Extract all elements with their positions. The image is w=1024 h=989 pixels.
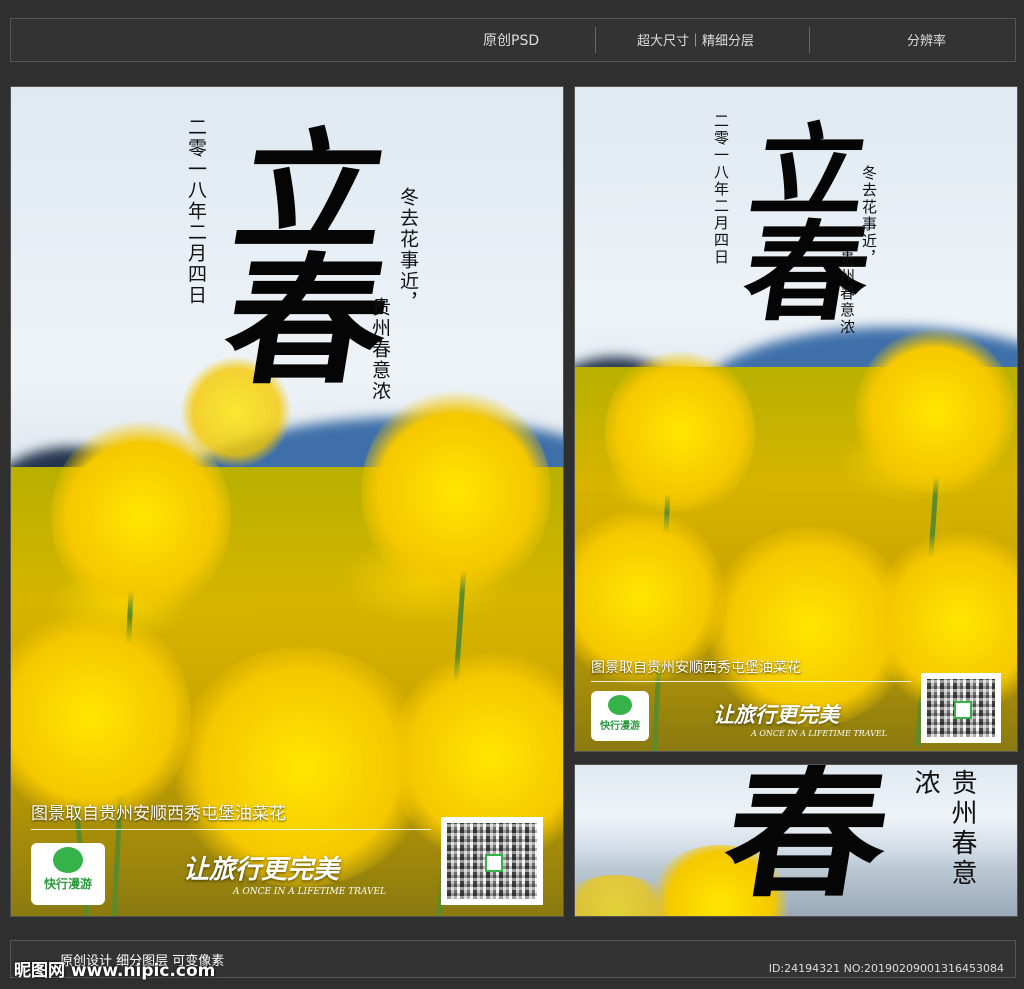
slogan: 让旅行更完美 xyxy=(183,855,340,885)
top-info-bar: 原创PSD 超大尺寸｜精细分层 分辨率 xyxy=(10,18,1016,62)
brand-name: 快行漫游 xyxy=(43,877,92,891)
divider-line xyxy=(591,681,911,682)
title-li: 立 xyxy=(224,115,400,268)
divider xyxy=(595,27,596,53)
image-id: ID:24194321 NO:20190209001316453084 xyxy=(768,962,1004,975)
site-watermark: 昵图网 www.nipic.com xyxy=(14,961,216,981)
photo-caption: 图景取自贵州安顺西秀屯堡油菜花 xyxy=(31,804,286,824)
poem-line-2: 贵州春意浓 xyxy=(369,297,391,402)
photo-caption: 图景取自贵州安顺西秀屯堡油菜花 xyxy=(591,660,801,676)
slogan: 让旅行更完美 xyxy=(713,703,839,727)
small-poster: 二零一八年二月四日 立 春 冬去花事近， 贵州春意浓 图景取自贵州安顺西秀屯堡油… xyxy=(574,86,1018,752)
resolution-label: 分辨率 xyxy=(907,34,947,49)
slogan-english: A ONCE IN A LIFETIME TRAVEL xyxy=(751,729,888,738)
size-label: 超大尺寸｜精细分层 xyxy=(637,34,755,49)
title-li: 立 xyxy=(742,112,878,230)
original-psd-label: 原创PSD xyxy=(483,33,540,49)
banner-title-chun: 春 xyxy=(713,764,901,917)
brand-logo: 快行漫游 xyxy=(31,843,105,905)
banner: 春 贵州春意浓 xyxy=(574,764,1018,917)
divider-line xyxy=(31,829,431,830)
qr-center xyxy=(485,854,503,872)
main-poster: 二零一八年二月四日 立 春 冬去花事近， 贵州春意浓 图景取自贵州安顺西秀屯堡油… xyxy=(10,86,564,917)
qr-code xyxy=(441,817,543,905)
banner-poem: 贵州春意浓 xyxy=(910,769,977,889)
date-vertical: 二零一八年二月四日 xyxy=(712,113,730,266)
poem-line-1: 冬去花事近， xyxy=(860,165,878,267)
rapeseed-flower xyxy=(855,327,1015,497)
rapeseed-flower xyxy=(361,387,551,597)
divider xyxy=(809,27,810,53)
slogan-english: A ONCE IN A LIFETIME TRAVEL xyxy=(233,887,387,897)
poem-line-1: 冬去花事近， xyxy=(397,187,419,313)
qr-center xyxy=(954,701,972,719)
date-vertical: 二零一八年二月四日 xyxy=(185,117,207,306)
snail-icon xyxy=(53,847,83,873)
brand-name: 快行漫游 xyxy=(600,721,640,732)
brand-logo: 快行漫游 xyxy=(591,691,649,741)
poem-line-2: 贵州春意浓 xyxy=(838,251,856,336)
snail-icon xyxy=(608,695,632,715)
rapeseed-flower xyxy=(605,347,755,517)
qr-code xyxy=(921,673,1001,743)
